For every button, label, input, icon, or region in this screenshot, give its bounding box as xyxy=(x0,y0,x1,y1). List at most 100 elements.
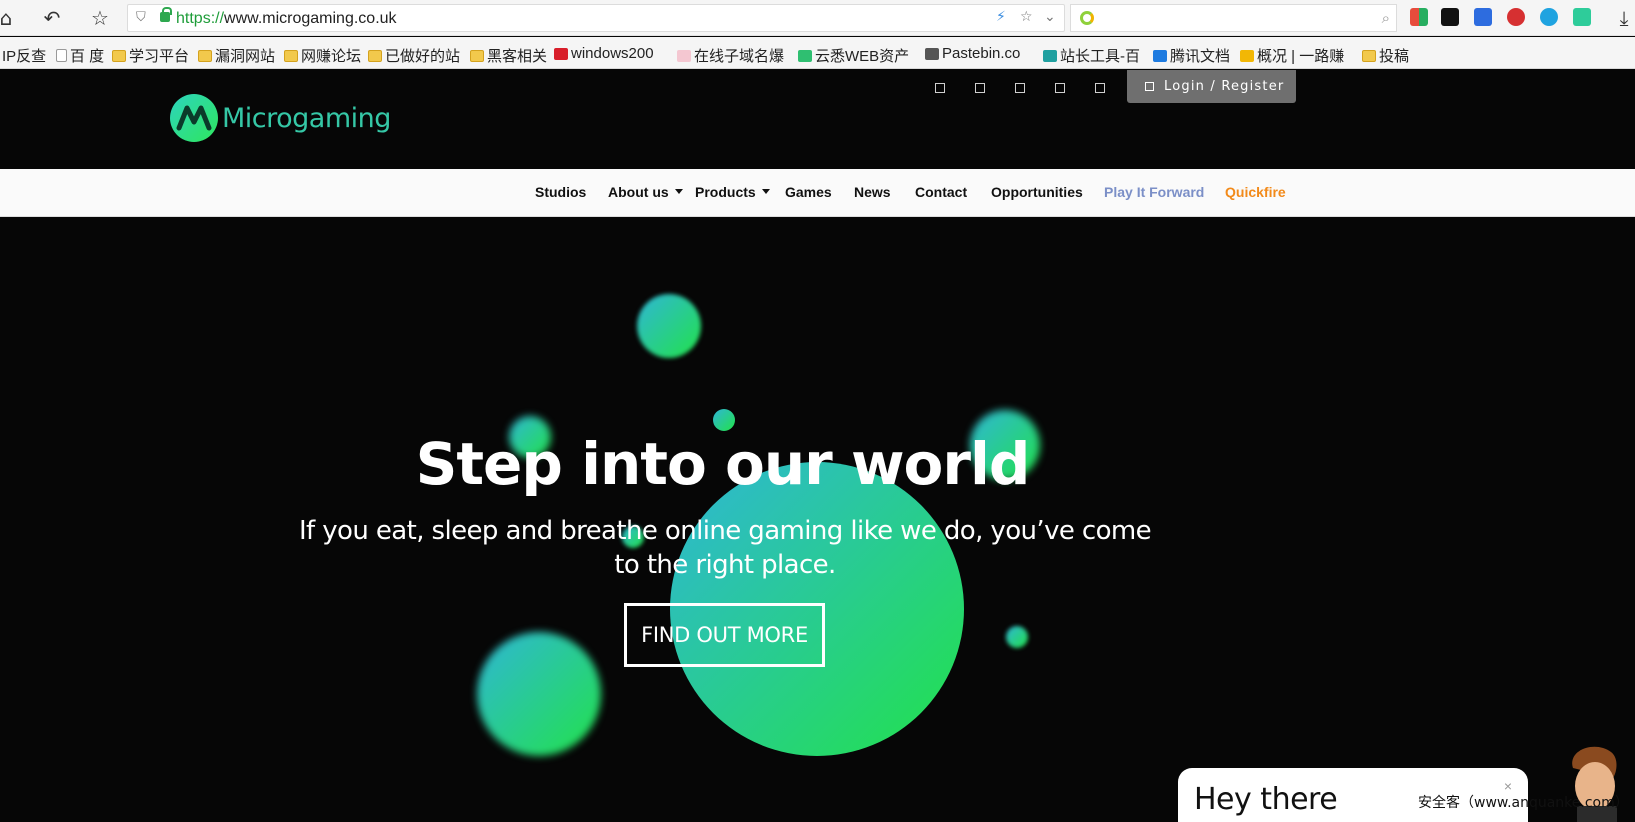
social-icon-5[interactable] xyxy=(1095,83,1105,93)
address-bar[interactable]: ⛉ https://www.microgaming.co.uk ⚡ ☆ ⌄ xyxy=(127,4,1065,32)
bookmark-label: Pastebin.co xyxy=(942,45,1021,62)
nav-item-contact[interactable]: Contact xyxy=(915,184,967,200)
social-icon-1[interactable] xyxy=(935,83,945,93)
nav-label: Play It Forward xyxy=(1104,184,1205,200)
nav-label: Opportunities xyxy=(991,184,1083,200)
nav-item-quickfire[interactable]: Quickfire xyxy=(1225,184,1286,200)
search-input[interactable]: ⌕ xyxy=(1070,4,1397,32)
nav-label: News xyxy=(854,184,891,200)
login-label: Login / Register xyxy=(1164,79,1285,94)
nav-label: Contact xyxy=(915,184,968,200)
bookmark-item[interactable]: 百 度 xyxy=(56,45,104,66)
browser-toolbar: ⌂ ↶ ☆ ⛉ https://www.microgaming.co.uk ⚡ … xyxy=(0,0,1635,36)
bookmark-item[interactable]: 在线子域名爆 xyxy=(677,45,784,66)
site-header: Microgaming Login / Register xyxy=(0,70,1635,169)
undo-icon[interactable]: ↶ xyxy=(40,6,64,30)
nav-item-products[interactable]: Products xyxy=(695,184,770,200)
bookmark-label: windows200 xyxy=(571,45,654,62)
bubble xyxy=(637,294,701,358)
url-text[interactable]: https://www.microgaming.co.uk xyxy=(176,10,397,28)
nav-item-news[interactable]: News xyxy=(854,184,891,200)
favicon-icon xyxy=(1240,49,1254,62)
favicon-icon xyxy=(925,47,939,60)
bookmark-label: 漏洞网站 xyxy=(215,48,276,65)
bookmark-item[interactable]: 概况 | 一路赚 xyxy=(1240,45,1344,66)
bookmark-item[interactable]: 已做好的站 xyxy=(368,45,460,66)
favicon-icon xyxy=(1043,49,1057,62)
bookmark-item[interactable]: Pastebin.co xyxy=(925,45,1020,62)
bubble xyxy=(1006,626,1028,648)
nav-item-about-us[interactable]: About us xyxy=(608,184,683,200)
hero-subtitle: If you eat, sleep and breathe online gam… xyxy=(298,516,1152,580)
folder-icon xyxy=(470,49,484,62)
favicon-icon xyxy=(677,49,691,62)
adblock-icon[interactable] xyxy=(1507,8,1525,26)
social-icon-3[interactable] xyxy=(1015,83,1025,93)
folder-icon xyxy=(112,49,126,62)
bookmark-item[interactable]: 漏洞网站 xyxy=(198,45,275,66)
bookmark-label: 网赚论坛 xyxy=(301,48,362,65)
bookmark-item[interactable]: IP反查 xyxy=(2,45,46,66)
main-nav: Studios About us Products Games News Con… xyxy=(0,169,1635,217)
folder-icon xyxy=(1362,49,1376,62)
search-engine-icon xyxy=(1080,11,1094,25)
bookmark-label: 概况 | 一路赚 xyxy=(1257,48,1345,65)
bookmark-item[interactable]: 黑客相关 xyxy=(470,45,547,66)
bookmark-star-icon[interactable]: ☆ xyxy=(1020,9,1033,25)
bookmark-item[interactable]: 学习平台 xyxy=(112,45,189,66)
bookmark-label: IP反查 xyxy=(2,48,47,65)
nav-label: About us xyxy=(608,184,669,200)
shield-extension-icon[interactable] xyxy=(1474,8,1492,26)
home-icon[interactable]: ⌂ xyxy=(0,6,18,30)
bookmark-item[interactable]: 投稿 xyxy=(1362,45,1409,66)
star-icon[interactable]: ☆ xyxy=(88,6,112,30)
bookmark-item[interactable]: 腾讯文档 xyxy=(1153,45,1230,66)
social-icon-2[interactable] xyxy=(975,83,985,93)
bookmark-label: 黑客相关 xyxy=(487,48,548,65)
bookmark-label: 投稿 xyxy=(1379,48,1410,65)
folder-icon xyxy=(368,49,382,62)
eye-extension-icon[interactable] xyxy=(1540,8,1558,26)
search-icon[interactable]: ⌕ xyxy=(1382,9,1390,27)
logo-text: Microgaming xyxy=(222,102,391,134)
nav-label: Games xyxy=(785,184,832,200)
bookmark-item[interactable]: 站长工具-百 xyxy=(1043,45,1140,66)
bookmark-label: 已做好的站 xyxy=(385,48,461,65)
logo[interactable]: Microgaming xyxy=(170,94,391,142)
bookmark-label: 站长工具-百 xyxy=(1060,48,1140,65)
bookmark-label: 学习平台 xyxy=(129,48,190,65)
bookmark-label: 在线子域名爆 xyxy=(694,48,785,65)
chat-extension-icon[interactable] xyxy=(1573,8,1591,26)
caret-down-icon xyxy=(674,189,683,194)
nav-label: Studios xyxy=(535,184,587,200)
chevron-down-icon[interactable]: ⌄ xyxy=(1044,9,1056,25)
bubble xyxy=(477,632,601,756)
social-icon-4[interactable] xyxy=(1055,83,1065,93)
folder-icon xyxy=(284,49,298,62)
music-extension-icon[interactable] xyxy=(1441,8,1459,26)
bubble xyxy=(713,409,735,431)
nav-item-play-it-forward[interactable]: Play It Forward xyxy=(1104,184,1204,200)
bookmark-item[interactable]: 云悉WEB资产 xyxy=(798,45,909,66)
lightning-icon[interactable]: ⚡ xyxy=(996,9,1006,25)
favicon-icon xyxy=(798,49,812,62)
nav-label: Quickfire xyxy=(1225,184,1286,200)
nav-item-studios[interactable]: Studios xyxy=(535,184,586,200)
extension-icon[interactable] xyxy=(1410,8,1428,26)
bookmark-item[interactable]: 网赚论坛 xyxy=(284,45,361,66)
bookmark-label: 百 度 xyxy=(70,48,105,65)
watermark: 安全客（www.anquanke.com） xyxy=(1418,795,1629,811)
login-register-button[interactable]: Login / Register xyxy=(1127,70,1296,103)
user-icon xyxy=(1145,82,1154,91)
find-out-more-button[interactable]: FIND OUT MORE xyxy=(624,603,825,667)
download-icon[interactable]: ⤓ xyxy=(1612,6,1635,30)
nav-label: Products xyxy=(695,184,756,200)
bookmark-item[interactable]: windows200 xyxy=(554,45,654,62)
favicon-icon xyxy=(554,47,568,60)
hero-section: Step into our world If you eat, sleep an… xyxy=(0,218,1635,822)
chat-title: Hey there xyxy=(1194,782,1338,817)
nav-item-opportunities[interactable]: Opportunities xyxy=(991,184,1083,200)
bookmarks-bar: IP反查 百 度 学习平台 漏洞网站 网赚论坛 已做好的站 黑客相关 windows200 在线… xyxy=(0,37,1635,69)
caret-down-icon xyxy=(761,189,770,194)
nav-item-games[interactable]: Games xyxy=(785,184,832,200)
